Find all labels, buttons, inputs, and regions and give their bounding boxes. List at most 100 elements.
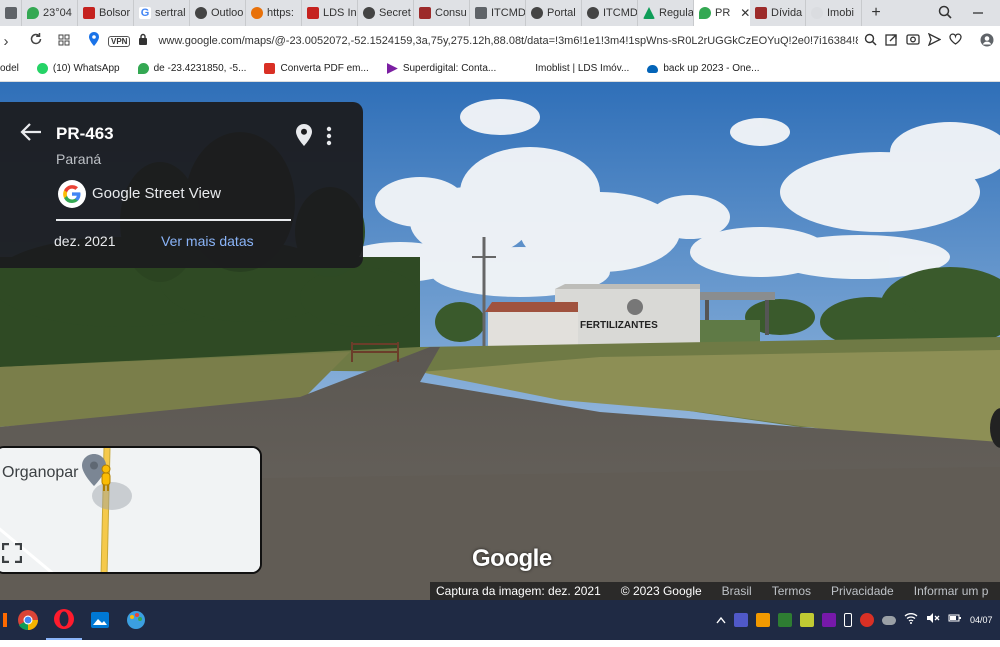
blank-icon	[811, 7, 823, 19]
fertilizantes-sign: FERTILIZANTES	[580, 320, 658, 331]
browser-tab[interactable]: Imobi	[806, 0, 862, 26]
browser-tab[interactable]: 23°04	[22, 0, 78, 26]
teams-icon[interactable]	[734, 613, 748, 627]
speed-dial-icon[interactable]	[50, 33, 78, 50]
browser-tab[interactable]: Dívida	[750, 0, 806, 26]
vpn-badge[interactable]: VPN	[108, 35, 131, 47]
battery-icon[interactable]	[844, 613, 852, 627]
footer-link-terms[interactable]: Termos	[772, 584, 811, 598]
address-bar: › VPN www.google.com/maps/@-23.0052072,-…	[0, 26, 1000, 56]
bookmark-item[interactable]: Converta PDF em...	[255, 63, 377, 74]
browser-tab[interactable]: Bolsor	[78, 0, 134, 26]
bookmark-item[interactable]: back up 2023 - One...	[638, 63, 768, 74]
tab-icon-generic	[5, 7, 17, 19]
superdigital-icon	[386, 63, 398, 74]
photos-icon[interactable]	[82, 600, 118, 640]
speaker-muted-icon[interactable]	[926, 611, 940, 629]
crest-icon	[755, 7, 767, 19]
bookmarks-bar: odel (10) WhatsApp de -23.4231850, -5...…	[0, 56, 1000, 82]
see-more-dates-link[interactable]: Ver mais datas	[161, 233, 254, 249]
globe-icon	[587, 7, 599, 19]
tray-app-icon[interactable]	[778, 613, 792, 627]
bookmark-item[interactable]: Superdigital: Conta...	[378, 63, 505, 74]
bookmark-item[interactable]: (10) WhatsApp	[28, 63, 129, 74]
new-tab-button[interactable]: +	[862, 4, 890, 22]
browser-tab[interactable]: Secret	[358, 0, 414, 26]
browser-tab[interactable]: Regula	[638, 0, 694, 26]
browser-tab-active[interactable]: PR ✕	[694, 0, 750, 26]
globe-icon	[531, 7, 543, 19]
bolsonaro-site-icon	[83, 7, 95, 19]
google-g-icon	[58, 180, 86, 208]
location-pin-icon[interactable]	[88, 31, 100, 51]
wifi-icon[interactable]	[904, 611, 918, 629]
onenote-icon[interactable]	[822, 613, 836, 627]
region-subtitle: Paraná	[56, 151, 102, 167]
taskbar-date[interactable]: 04/07	[970, 615, 998, 625]
google-watermark: Google	[472, 545, 552, 572]
heart-icon[interactable]	[949, 33, 962, 50]
send-icon[interactable]	[927, 32, 942, 50]
mini-map[interactable]: Organopar	[0, 446, 262, 574]
whatsapp-icon	[36, 63, 48, 74]
google-icon: G	[139, 7, 151, 19]
tray-app-icon[interactable]	[800, 613, 814, 627]
capture-date: dez. 2021	[54, 233, 116, 249]
maps-pin-icon	[699, 7, 711, 19]
browser-tab-strip: Wi 23°04 Bolsor Gsertral Outloo https: L…	[0, 0, 1000, 26]
bookmark-item[interactable]: odel	[0, 63, 28, 74]
lock-icon[interactable]	[138, 32, 148, 50]
imagery-footer: Captura da imagem: dez. 2021 © 2023 Goog…	[430, 582, 1000, 600]
close-tab-icon[interactable]: ✕	[740, 6, 749, 20]
taskbar-app[interactable]	[0, 600, 10, 640]
footer-link-report[interactable]: Informar um p	[914, 584, 989, 598]
opera-icon[interactable]	[46, 600, 82, 640]
browser-tab[interactable]: https:	[246, 0, 302, 26]
forward-icon[interactable]: ›	[0, 33, 12, 50]
back-arrow-icon[interactable]	[20, 122, 42, 147]
reload-icon[interactable]	[22, 32, 50, 50]
bookmark-item[interactable]: Imoblist | LDS Imóv...	[505, 63, 638, 74]
tray-app-icon[interactable]	[756, 613, 770, 627]
browser-tab[interactable]: Gsertral	[134, 0, 190, 26]
location-pin-icon[interactable]	[296, 124, 312, 151]
onedrive-icon[interactable]	[882, 615, 896, 625]
lds-icon	[307, 7, 319, 19]
zoom-icon[interactable]	[864, 33, 877, 50]
chevron-up-icon[interactable]	[716, 611, 726, 629]
pdf-icon	[264, 63, 276, 74]
maps-pin-icon	[27, 7, 39, 19]
browser-tab[interactable]: LDS In	[302, 0, 358, 26]
minimize-icon[interactable]	[972, 6, 984, 21]
paint-icon[interactable]	[118, 600, 154, 640]
footer-link-brasil[interactable]: Brasil	[722, 584, 752, 598]
expand-map-icon[interactable]	[1, 542, 23, 564]
copyright-text: © 2023 Google	[620, 584, 702, 598]
more-options-icon[interactable]	[326, 126, 332, 151]
profile-icon[interactable]	[980, 33, 994, 50]
snapshot-icon[interactable]	[906, 33, 920, 50]
capture-date-footer: Captura da imagem: dez. 2021	[436, 584, 601, 598]
road-title: PR-463	[56, 124, 114, 143]
browser-tab[interactable]: Wi	[0, 0, 22, 26]
send-to-icon[interactable]	[885, 33, 898, 50]
browser-tab[interactable]: ITCMD	[470, 0, 526, 26]
location-info-card: PR-463 Paraná Google Street View dez. 20…	[0, 102, 363, 268]
pegman-icon[interactable]	[100, 464, 112, 497]
power-plug-icon[interactable]	[948, 611, 962, 629]
url-field[interactable]: www.google.com/maps/@-23.0052072,-52.152…	[158, 35, 858, 47]
bookmark-item[interactable]: de -23.4231850, -5...	[129, 63, 256, 74]
browser-tab[interactable]: Consu	[414, 0, 470, 26]
card-divider	[56, 219, 291, 221]
search-tabs-icon[interactable]	[938, 5, 952, 22]
maps-pin-icon	[137, 63, 149, 74]
browser-tab[interactable]: ITCMD	[582, 0, 638, 26]
fire-icon	[251, 7, 263, 19]
globe-icon	[363, 7, 375, 19]
chrome-icon[interactable]	[10, 600, 46, 640]
browser-tab[interactable]: Portal	[526, 0, 582, 26]
footer-link-privacy[interactable]: Privacidade	[831, 584, 894, 598]
onedrive-icon	[647, 64, 659, 73]
tray-app-icon[interactable]	[860, 613, 874, 627]
browser-tab[interactable]: Outloo	[190, 0, 246, 26]
